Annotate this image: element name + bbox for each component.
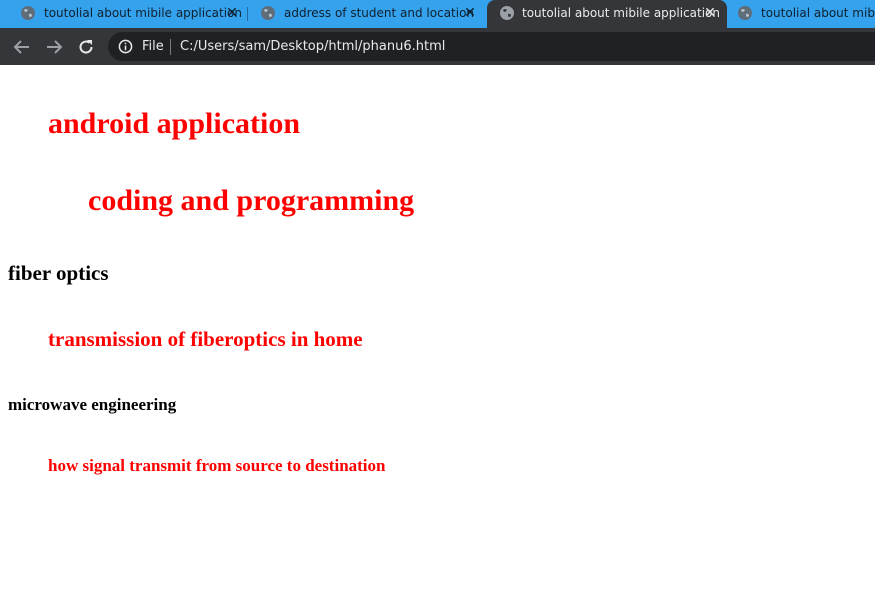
globe-icon: [738, 6, 752, 20]
address-bar[interactable]: File C:/Users/sam/Desktop/html/phanu6.ht…: [108, 32, 875, 61]
tab-title: toutolial about mibile application: [522, 6, 721, 20]
page-content: android application coding and programmi…: [0, 65, 875, 600]
close-tab-icon[interactable]: ✕: [223, 3, 241, 23]
url-text[interactable]: C:/Users/sam/Desktop/html/phanu6.html: [180, 38, 445, 55]
globe-icon: [261, 6, 275, 20]
tab-title: toutolial about mibile application: [44, 6, 243, 20]
tab-1[interactable]: toutolial about mibile application ✕: [0, 0, 247, 28]
tab-2[interactable]: address of student and location ✕: [240, 0, 487, 28]
reload-icon: [79, 40, 93, 54]
close-tab-icon[interactable]: ✕: [701, 3, 719, 23]
address-divider: [170, 39, 171, 55]
tab-strip: toutolial about mibile application ✕ add…: [0, 0, 875, 28]
heading-microwave-engineering: microwave engineering: [8, 395, 177, 414]
forward-arrow-icon: [47, 40, 63, 54]
heading-fiber-optics: fiber optics: [8, 261, 109, 285]
heading-coding-and-programming: coding and programming: [88, 184, 415, 217]
forward-button[interactable]: [42, 35, 66, 59]
globe-icon: [21, 6, 35, 20]
reload-button[interactable]: [74, 35, 98, 59]
globe-icon: [500, 6, 514, 20]
heading-android-application: android application: [48, 107, 301, 140]
heading-signal-transmit: how signal transmit from source to desti…: [48, 456, 386, 475]
tab-title: address of student and location: [284, 6, 475, 20]
tab-3-active[interactable]: toutolial about mibile application ✕: [487, 0, 727, 28]
browser-toolbar: File C:/Users/sam/Desktop/html/phanu6.ht…: [0, 28, 875, 65]
close-tab-icon[interactable]: ✕: [461, 3, 479, 23]
back-button[interactable]: [10, 35, 34, 59]
tab-title: toutolial about mibile application: [761, 6, 875, 20]
scheme-label[interactable]: File: [142, 38, 164, 55]
back-arrow-icon: [13, 40, 29, 54]
heading-transmission-fiberoptics: transmission of fiberoptics in home: [48, 327, 363, 351]
tab-4[interactable]: toutolial about mibile application: [727, 0, 875, 28]
info-icon[interactable]: [118, 39, 133, 54]
